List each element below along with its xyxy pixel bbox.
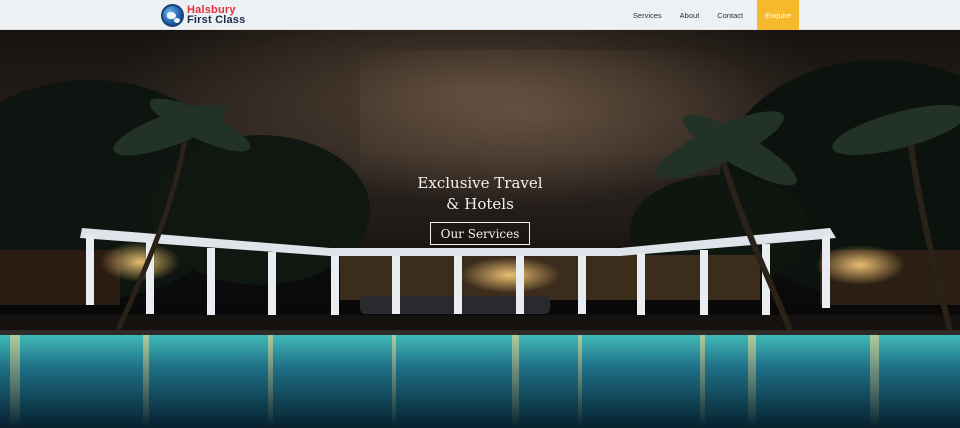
globe-icon [161,3,184,27]
main-nav: Services About Contact Enquire [624,0,799,30]
site-header: Halsbury First Class Services About Cont… [0,0,960,30]
nav-contact[interactable]: Contact [708,0,752,30]
hero-title-line-1: Exclusive Travel [417,174,543,192]
our-services-button[interactable]: Our Services [430,222,530,245]
hero-title: Exclusive Travel & Hotels [380,173,580,215]
logo-line-2: First Class [187,14,246,26]
nav-about[interactable]: About [671,0,709,30]
hero-section: Exclusive Travel & Hotels Our Services [0,30,960,428]
logo-wordmark: Halsbury First Class [187,5,246,26]
site-logo[interactable]: Halsbury First Class [161,2,245,28]
enquire-button[interactable]: Enquire [757,0,799,30]
nav-services[interactable]: Services [624,0,671,30]
hero-title-line-2: & Hotels [446,195,514,213]
